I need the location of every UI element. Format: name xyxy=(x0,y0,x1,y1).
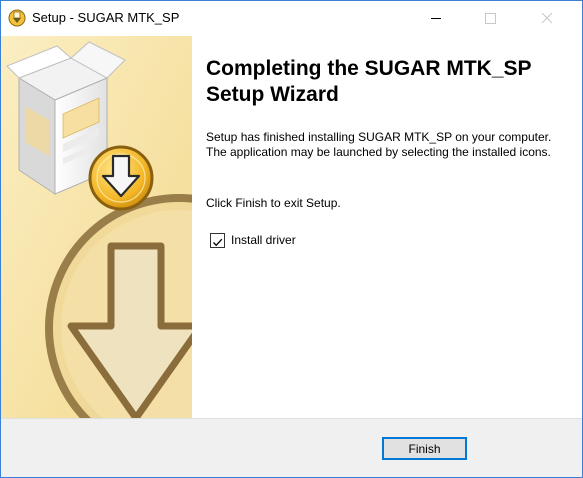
minimize-button[interactable] xyxy=(413,1,459,36)
maximize-button[interactable] xyxy=(467,1,513,36)
close-icon xyxy=(541,12,553,24)
install-box-icon xyxy=(1,36,192,418)
window-title: Setup - SUGAR MTK_SP xyxy=(32,10,180,25)
download-arrow-icon xyxy=(88,145,154,211)
page-title: Completing the SUGAR MTK_SP Setup Wizard xyxy=(206,57,532,106)
finish-button[interactable]: Finish xyxy=(382,437,467,460)
title-bar[interactable]: Setup - SUGAR MTK_SP xyxy=(1,1,582,36)
install-driver-checkbox[interactable] xyxy=(210,233,225,248)
close-button[interactable] xyxy=(524,1,570,36)
setup-window: Setup - SUGAR MTK_SP Completing the SUGA… xyxy=(0,0,583,478)
minimize-icon xyxy=(431,18,441,19)
finish-message: Setup has finished installing SUGAR MTK_… xyxy=(206,130,552,159)
button-bar: Finish xyxy=(1,419,582,477)
wizard-side-image xyxy=(1,36,192,418)
check-icon xyxy=(213,238,223,247)
install-driver-label[interactable]: Install driver xyxy=(231,233,296,248)
wizard-content: Completing the SUGAR MTK_SP Setup Wizard… xyxy=(192,36,582,418)
exit-instruction: Click Finish to exit Setup. xyxy=(206,196,341,210)
maximize-icon xyxy=(485,13,496,24)
setup-app-icon xyxy=(8,9,26,27)
